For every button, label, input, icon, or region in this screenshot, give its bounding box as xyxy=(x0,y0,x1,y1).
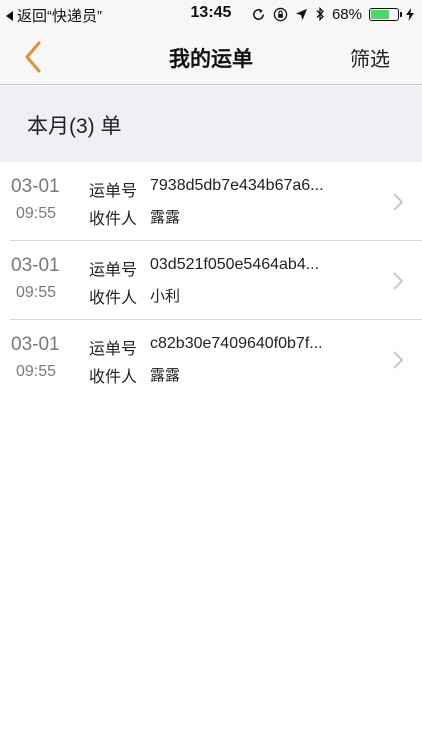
order-list: 03-01 09:55 运单号 7938d5db7e434b67a6... 收件… xyxy=(0,162,422,399)
battery-icon xyxy=(369,7,402,21)
month-order-count: 本月(3) 单 xyxy=(27,115,122,138)
waybill-number: 7938d5db7e434b67a6... xyxy=(150,177,324,194)
order-date: 03-01 xyxy=(11,176,60,197)
recipient-label: 收件人 xyxy=(89,211,138,228)
recipient-name: 露露 xyxy=(150,367,181,384)
waybill-number: 03d521f050e5464ab4... xyxy=(150,256,320,273)
recipient-label: 收件人 xyxy=(89,290,138,307)
order-time: 09:55 xyxy=(16,205,57,222)
bluetooth-icon xyxy=(316,6,324,22)
filter-button[interactable]: 筛选 xyxy=(350,43,390,72)
waybill-label: 运单号 xyxy=(89,262,138,279)
navigation-bar: 我的运单 筛选 xyxy=(0,28,422,85)
lock-icon xyxy=(273,7,288,21)
status-bar: 返回“快递员” 13:45 68% xyxy=(0,0,422,28)
status-icons: 68% xyxy=(251,4,414,24)
order-time: 09:55 xyxy=(16,284,57,301)
recipient-label: 收件人 xyxy=(89,369,138,386)
battery-fill xyxy=(371,9,389,19)
waybill-label: 运单号 xyxy=(89,341,138,358)
waybill-label: 运单号 xyxy=(89,183,138,200)
order-date: 03-01 xyxy=(11,334,60,355)
month-section-header: 本月(3) 单 xyxy=(0,86,422,162)
chevron-right-icon xyxy=(393,193,404,211)
order-row[interactable]: 03-01 09:55 运单号 c82b30e7409640f0b7f... 收… xyxy=(0,320,422,399)
order-row[interactable]: 03-01 09:55 运单号 03d521f050e5464ab4... 收件… xyxy=(0,241,422,320)
rotation-lock-icon xyxy=(253,8,264,20)
order-row[interactable]: 03-01 09:55 运单号 7938d5db7e434b67a6... 收件… xyxy=(0,162,422,241)
battery-percent: 68% xyxy=(331,5,362,23)
order-date: 03-01 xyxy=(11,255,60,276)
chevron-right-icon xyxy=(393,272,404,290)
charging-bolt-icon xyxy=(406,7,414,21)
waybill-number: c82b30e7409640f0b7f... xyxy=(150,335,323,352)
order-time: 09:55 xyxy=(16,363,57,380)
recipient-name: 小利 xyxy=(150,288,181,305)
recipient-name: 露露 xyxy=(150,209,181,226)
location-arrow-icon xyxy=(295,8,308,20)
chevron-right-icon xyxy=(393,351,404,369)
